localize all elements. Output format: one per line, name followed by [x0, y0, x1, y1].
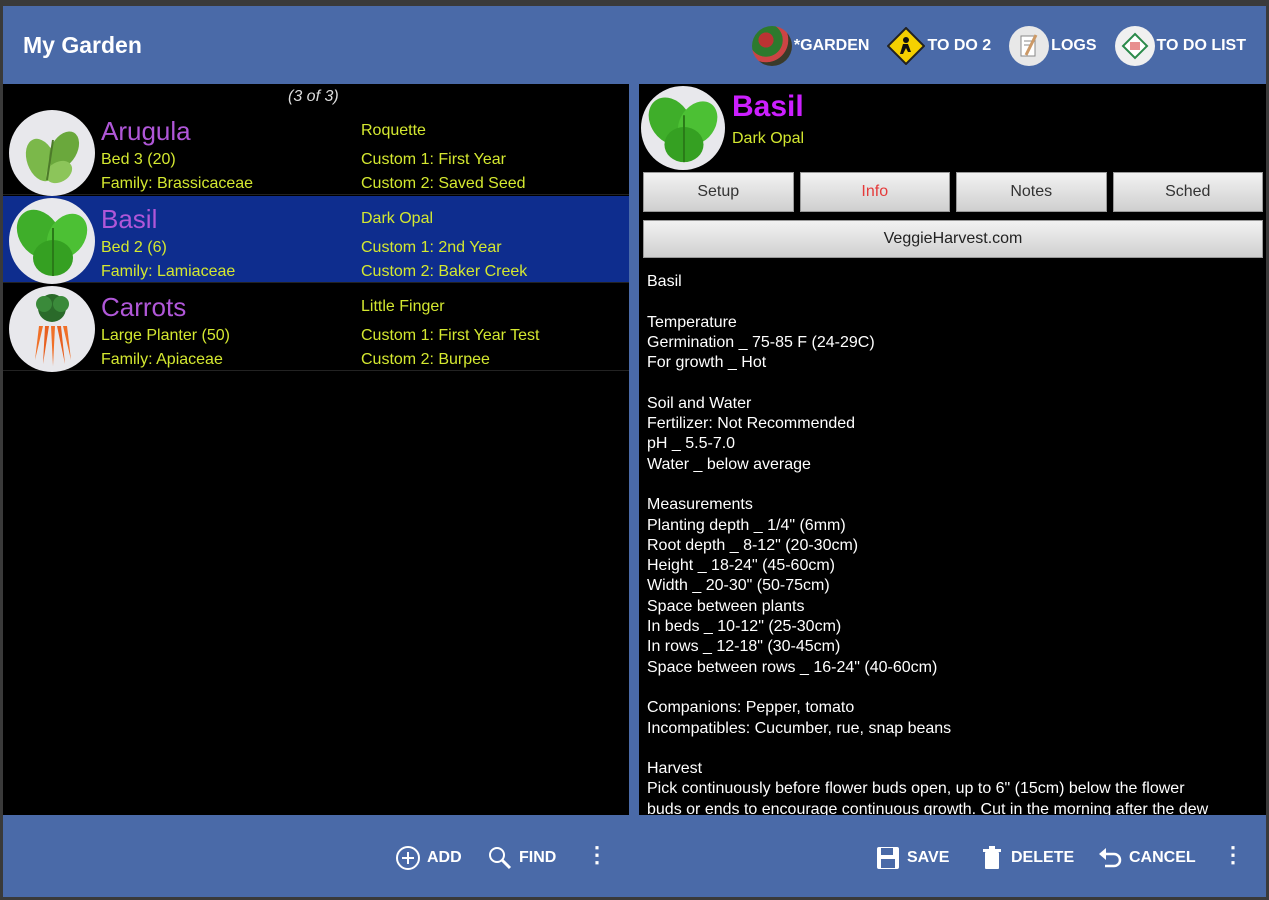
delete-button[interactable]: DELETE: [979, 845, 1074, 871]
add-button[interactable]: ADD: [395, 845, 462, 871]
plant-info-text: Basil Temperature Germination _ 75-85 F …: [647, 273, 1209, 815]
list-item-arugula[interactable]: Arugula Bed 3 (20) Family: Brassicaceae …: [3, 108, 629, 196]
list-item-carrots[interactable]: Carrots Large Planter (50) Family: Apiac…: [3, 284, 629, 372]
arugula-image: [9, 110, 95, 196]
cancel-button[interactable]: CANCEL: [1097, 845, 1196, 871]
list-item-basil[interactable]: Basil Bed 2 (6) Family: Lamiaceae Dark O…: [3, 196, 629, 284]
todo-sign-icon: [887, 27, 926, 65]
plant-family: Family: Lamiaceae: [101, 263, 236, 280]
plant-name: Carrots: [101, 292, 187, 322]
plant-family: Family: Apiaceae: [101, 351, 223, 368]
plant-bed: Large Planter (50): [101, 327, 230, 344]
detail-basil-image: [641, 86, 725, 170]
undo-icon: [1099, 848, 1122, 868]
left-overflow-menu-icon[interactable]: ⋮: [586, 844, 608, 866]
tab-notes[interactable]: Notes: [956, 172, 1107, 212]
detail-tabs: Setup Info Notes Sched: [643, 172, 1263, 212]
panel-divider[interactable]: [629, 84, 639, 815]
save-icon: [877, 847, 899, 869]
save-label: SAVE: [907, 849, 950, 866]
detail-panel: Basil Dark Opal Setup Info Notes Sched V…: [639, 84, 1266, 815]
trash-icon: [983, 846, 1001, 869]
todo2-label: TO DO 2: [927, 37, 992, 54]
app-window: My Garden *GARDEN TO DO 2 LOGS TO DO LIS…: [3, 6, 1266, 897]
plant-custom2: Custom 2: Burpee: [361, 351, 490, 368]
top-actions: *GARDEN TO DO 2 LOGS TO DO LIST: [751, 24, 1246, 68]
garden-label: *GARDEN: [793, 37, 870, 54]
basil-image: [9, 198, 95, 284]
plant-custom1: Custom 1: First Year Test: [361, 327, 540, 344]
bottom-action-bar: ADD FIND ⋮ SAVE DELETE CANCEL ⋮: [3, 815, 1266, 897]
right-overflow-menu-icon[interactable]: ⋮: [1222, 844, 1244, 866]
plant-bed: Bed 2 (6): [101, 239, 167, 256]
plant-list: (3 of 3) Arugula Bed 3 (20) Family: Bras…: [3, 84, 629, 815]
garden-button[interactable]: *GARDEN: [751, 26, 870, 66]
plant-custom1: Custom 1: 2nd Year: [361, 239, 502, 256]
add-label: ADD: [427, 849, 462, 866]
plant-variety: Roquette: [361, 122, 426, 139]
delete-label: DELETE: [1011, 849, 1075, 866]
carrots-image: [9, 286, 95, 372]
cancel-label: CANCEL: [1129, 849, 1196, 866]
plant-family: Family: Brassicaceae: [101, 175, 254, 192]
todo-list-button[interactable]: TO DO LIST: [1114, 26, 1246, 66]
find-button[interactable]: FIND: [487, 845, 556, 871]
logs-icon: [1009, 26, 1050, 66]
plant-variety: Dark Opal: [361, 210, 434, 227]
tab-sched[interactable]: Sched: [1112, 172, 1263, 212]
logs-button[interactable]: LOGS: [1009, 26, 1097, 66]
app-title: My Garden: [23, 32, 142, 58]
plant-custom1: Custom 1: First Year: [361, 151, 506, 168]
veggieharvest-link-button[interactable]: VeggieHarvest.com: [643, 220, 1263, 258]
plant-custom2: Custom 2: Baker Creek: [361, 263, 528, 280]
plant-bed: Bed 3 (20): [101, 151, 176, 168]
top-app-bar: My Garden *GARDEN TO DO 2 LOGS TO DO LIS…: [3, 6, 1266, 84]
list-count: (3 of 3): [288, 88, 339, 105]
plant-name: Basil: [101, 204, 158, 234]
detail-plant-name: Basil: [732, 90, 804, 123]
plant-variety: Little Finger: [361, 298, 445, 315]
save-button[interactable]: SAVE: [875, 845, 949, 871]
search-icon: [489, 847, 512, 870]
todo-list-icon: [1114, 26, 1155, 66]
add-icon: [396, 846, 420, 870]
detail-plant-variety: Dark Opal: [732, 130, 805, 147]
find-label: FIND: [519, 849, 557, 866]
tab-setup[interactable]: Setup: [643, 172, 794, 212]
plant-custom2: Custom 2: Saved Seed: [361, 175, 526, 192]
plant-name: Arugula: [101, 116, 191, 146]
todo2-button[interactable]: TO DO 2: [887, 27, 991, 65]
todo-list-label: TO DO LIST: [1156, 37, 1246, 54]
garden-icon: [751, 26, 792, 66]
tab-info[interactable]: Info: [799, 172, 950, 212]
logs-label: LOGS: [1051, 37, 1097, 54]
